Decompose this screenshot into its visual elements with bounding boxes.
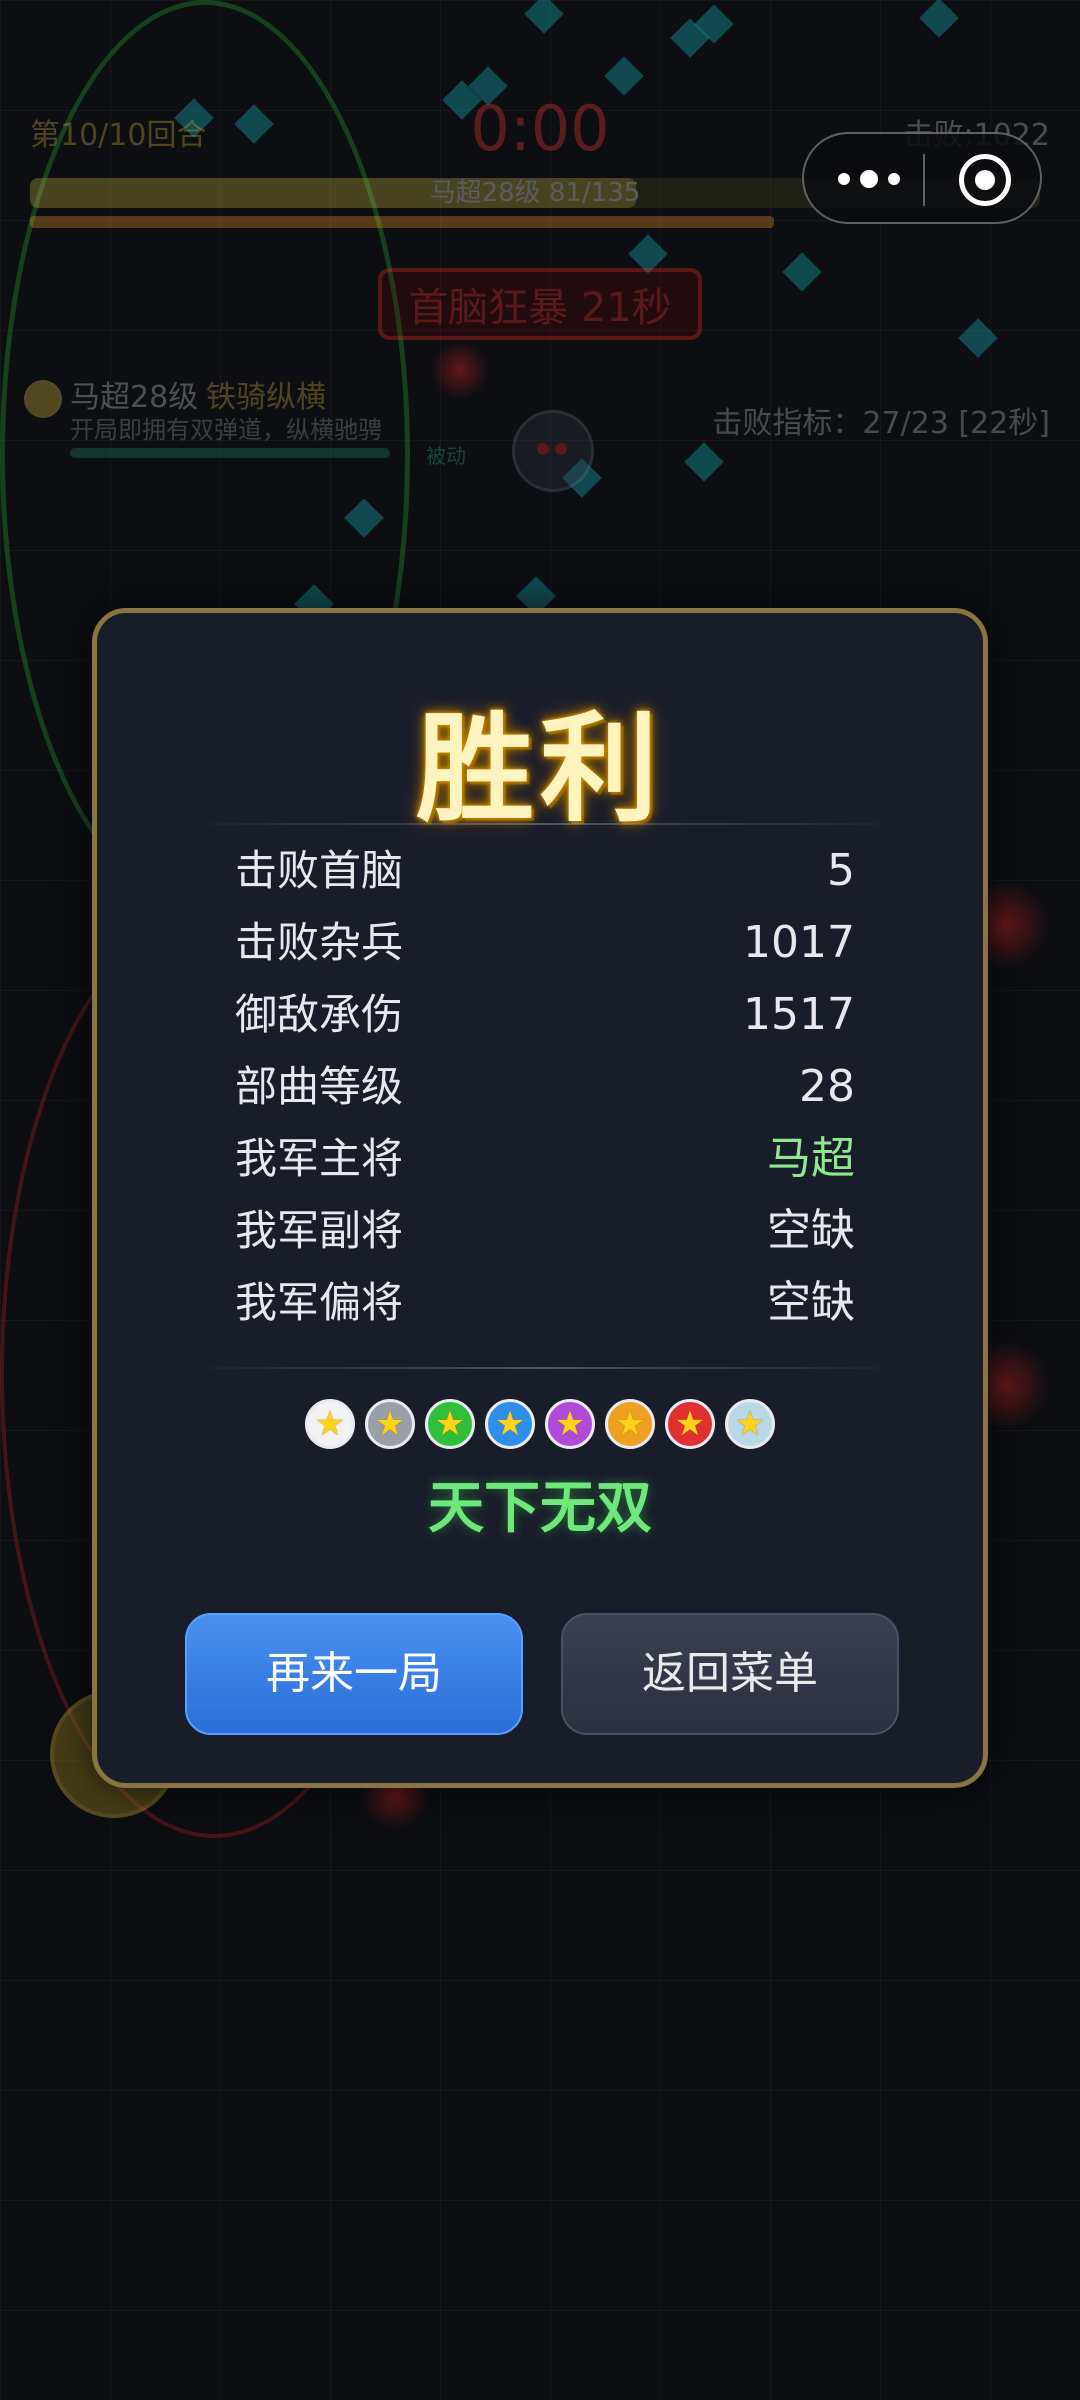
boss-rage-banner: 首脑狂暴 21秒 (378, 268, 702, 340)
stat-row: 御敌承伤 1517 (235, 979, 855, 1051)
star-badge-icon (545, 1399, 595, 1449)
stat-value: 1017 (743, 917, 855, 968)
return-menu-button[interactable]: 返回菜单 (561, 1613, 899, 1735)
xp-gem (524, 0, 564, 34)
victory-title: 胜利 (415, 699, 664, 838)
hero-avatar (24, 380, 62, 418)
xp-gem (782, 252, 822, 292)
star-badge-icon (305, 1399, 355, 1449)
stat-row: 我军偏将 空缺 (235, 1267, 855, 1339)
stats-list: 击败首脑 5 击败杂兵 1017 御敌承伤 1517 部曲等级 28 我军主将 … (235, 835, 855, 1339)
more-icon[interactable] (834, 166, 904, 194)
enemy-eye (537, 443, 549, 455)
stat-label: 我军主将 (235, 1134, 404, 1183)
stat-value: 28 (799, 1061, 855, 1112)
stat-label: 击败杂兵 (235, 918, 404, 967)
star-badges (97, 1399, 983, 1455)
stat-value: 空缺 (767, 1205, 855, 1256)
target-close-icon[interactable] (959, 154, 1011, 206)
stat-row: 击败杂兵 1017 (235, 907, 855, 979)
star-badge-icon (365, 1399, 415, 1449)
rank-title: 天下无双 (428, 1476, 652, 1541)
dot (838, 173, 850, 185)
stat-label: 击败首脑 (235, 846, 404, 895)
stat-value: 5 (827, 845, 855, 896)
stat-value: 空缺 (767, 1277, 855, 1328)
capsule-divider (923, 154, 925, 206)
star-badge-icon (425, 1399, 475, 1449)
xp-gem (604, 56, 644, 96)
stat-row: 我军副将 空缺 (235, 1195, 855, 1267)
miniprogram-capsule (802, 132, 1042, 224)
stat-label: 部曲等级 (235, 1062, 404, 1111)
stat-row: 部曲等级 28 (235, 1051, 855, 1123)
stat-label: 我军偏将 (235, 1278, 404, 1327)
xp-gem (919, 0, 959, 38)
stat-value: 马超 (767, 1133, 855, 1184)
xp-sub-bar (30, 216, 774, 228)
kill-target: 击败指标：27/23 [22秒] (712, 406, 1050, 441)
divider (185, 823, 905, 825)
hero-skill-desc: 开局即拥有双弹道，纵横驰骋 (70, 416, 382, 444)
xp-gem (958, 318, 998, 358)
star-badge-icon (485, 1399, 535, 1449)
enemy-eye (555, 443, 567, 455)
star-badge-icon (725, 1399, 775, 1449)
stat-row: 我军主将 马超 (235, 1123, 855, 1195)
dot (888, 173, 900, 185)
hero-cooldown-bar (70, 448, 390, 458)
boss-enemy (512, 410, 594, 492)
play-again-button[interactable]: 再来一局 (185, 1613, 523, 1735)
passive-tag: 被动 (426, 444, 466, 468)
stat-value: 1517 (743, 989, 855, 1040)
game-screen: 第10/10回合 0:00 击败:1022 马超28级 81/135 首脑狂暴 … (0, 0, 1080, 2400)
enemy-glow (430, 340, 490, 400)
star-badge-icon (605, 1399, 655, 1449)
dot (860, 170, 878, 188)
stat-row: 击败首脑 5 (235, 835, 855, 907)
stat-label: 御敌承伤 (235, 990, 404, 1039)
star-badge-icon (665, 1399, 715, 1449)
divider (185, 1367, 905, 1369)
victory-dialog: 胜利 击败首脑 5 击败杂兵 1017 御敌承伤 1517 部曲等级 28 我军… (92, 608, 988, 1788)
stat-label: 我军副将 (235, 1206, 404, 1255)
xp-gem (684, 442, 724, 482)
